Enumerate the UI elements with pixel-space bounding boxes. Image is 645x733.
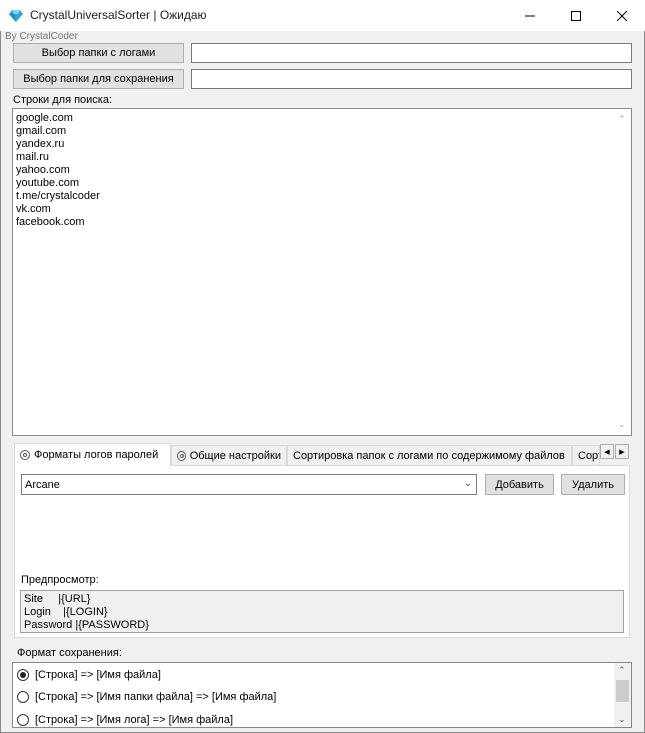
option-label: [Строка] => [Имя папки файла] => [Имя фа… — [35, 691, 277, 703]
password-log-formats-panel: Arcane ⌄ Добавить Удалить Предпросмотр: … — [14, 465, 630, 638]
search-line: gmail.com — [16, 125, 67, 137]
maximize-icon — [571, 10, 581, 21]
search-line: youtube.com — [16, 177, 79, 189]
search-strings-label: Строки для поиска: — [13, 94, 113, 106]
preview-line: Login |{LOGIN} — [24, 606, 108, 618]
tab-label: Форматы логов паролей — [34, 449, 159, 461]
tab-sort-by-file-content[interactable]: Сортировка папок с логами по содержимому… — [287, 445, 572, 465]
title-bar[interactable]: CrystalUniversalSorter | Ожидаю — [0, 0, 645, 31]
gear-icon — [177, 450, 186, 461]
window-title: CrystalUniversalSorter | Ожидаю — [30, 8, 207, 22]
gear-icon — [20, 450, 30, 460]
search-vertical-scrollbar[interactable]: ⌃ ⌄ — [614, 109, 631, 435]
save-format-option-2[interactable]: [Строка] => [Имя папки файла] => [Имя фа… — [17, 688, 276, 706]
option-label: [Строка] => [Имя лога] => [Имя файла] — [35, 714, 234, 726]
arrow-right-icon: ▶ — [619, 448, 625, 456]
format-preview-box: Site |{URL} Login |{LOGIN} Password |{PA… — [20, 590, 624, 633]
minimize-button[interactable] — [507, 0, 553, 31]
add-format-button[interactable]: Добавить — [485, 474, 554, 495]
log-format-select[interactable]: Arcane ⌄ — [21, 474, 477, 495]
preview-line: Site |{URL} — [24, 593, 91, 605]
save-format-list: [Строка] => [Имя файла] [Строка] => [Имя… — [12, 662, 632, 728]
settings-tabs: Форматы логов паролей Общие настройки Со… — [14, 443, 630, 466]
close-icon — [617, 10, 627, 21]
search-line: yandex.ru — [16, 138, 65, 150]
radio-button[interactable] — [17, 714, 29, 726]
select-logs-folder-button[interactable]: Выбор папки с логами — [13, 43, 184, 63]
radio-button-checked[interactable] — [17, 669, 29, 681]
chevron-down-icon[interactable]: ⌄ — [464, 478, 472, 489]
search-line: mail.ru — [16, 151, 50, 163]
search-line: vk.com — [16, 203, 51, 215]
radio-dot — [20, 672, 26, 678]
log-format-selected-value: Arcane — [25, 478, 60, 491]
tab-label: Сорт — [578, 449, 599, 462]
save-folder-path-input[interactable] — [191, 69, 632, 89]
search-line: t.me/crystalcoder — [16, 190, 100, 202]
tab-sort-truncated[interactable]: Сорт — [572, 445, 600, 465]
preview-label: Предпросмотр: — [21, 574, 99, 586]
tab-general-settings[interactable]: Общие настройки — [171, 445, 287, 465]
search-line: google.com — [16, 112, 73, 124]
tab-label: Общие настройки — [189, 449, 281, 462]
tab-label: Сортировка папок с логами по содержимому… — [293, 449, 565, 462]
save-format-vertical-scrollbar[interactable]: ⌃ ⌄ — [614, 663, 631, 727]
crystal-icon — [9, 10, 23, 22]
option-label: [Строка] => [Имя файла] — [35, 669, 161, 681]
maximize-button[interactable] — [553, 0, 599, 31]
save-format-option-1[interactable]: [Строка] => [Имя файла] — [17, 666, 161, 684]
tab-password-log-formats[interactable]: Форматы логов паролей — [14, 443, 171, 466]
preview-line: Password |{PASSWORD} — [24, 619, 149, 631]
arrow-left-icon: ◀ — [604, 448, 610, 456]
search-strings-lines: google.com gmail.com yandex.ru mail.ru y… — [16, 112, 100, 229]
logs-folder-path-input[interactable] — [191, 43, 632, 63]
save-format-option-3[interactable]: [Строка] => [Имя лога] => [Имя файла] — [17, 711, 234, 727]
scroll-up-icon[interactable]: ⌃ — [618, 114, 626, 125]
delete-format-button[interactable]: Удалить — [561, 474, 625, 495]
scroll-up-icon[interactable]: ⌃ — [618, 665, 626, 676]
scroll-down-icon[interactable]: ⌄ — [618, 419, 626, 430]
minimize-icon — [525, 15, 535, 16]
scrollbar-thumb[interactable] — [616, 680, 629, 702]
search-line: yahoo.com — [16, 164, 70, 176]
tabs-scroll-right-button[interactable]: ▶ — [615, 444, 629, 459]
tabs-scroll-left-button[interactable]: ◀ — [600, 444, 614, 459]
scroll-down-icon[interactable]: ⌄ — [618, 714, 626, 725]
search-strings-textarea[interactable]: google.com gmail.com yandex.ru mail.ru y… — [12, 108, 632, 436]
close-button[interactable] — [599, 0, 645, 31]
select-save-folder-button[interactable]: Выбор папки для сохранения — [13, 69, 184, 89]
search-line: facebook.com — [16, 216, 85, 228]
radio-button[interactable] — [17, 691, 29, 703]
byline: By CrystalCoder — [5, 31, 78, 42]
save-format-label: Формат сохранения: — [17, 647, 122, 659]
